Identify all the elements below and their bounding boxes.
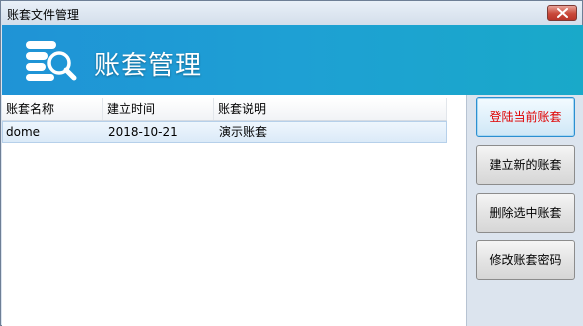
database-search-icon: [26, 41, 77, 81]
window-title: 账套文件管理: [7, 8, 80, 22]
login-current-button[interactable]: 登陆当前账套: [476, 97, 575, 137]
action-panel: 登陆当前账套 建立新的账套 删除选中账套 修改账套密码: [466, 95, 583, 326]
change-password-button[interactable]: 修改账套密码: [476, 240, 575, 280]
close-button[interactable]: [547, 5, 577, 21]
ledger-list[interactable]: 账套名称 建立时间 账套说明 dome 2018-10-21 演示账套: [2, 95, 447, 326]
cell-created: 2018-10-21: [108, 125, 178, 139]
cell-name: dome: [6, 125, 41, 139]
header-banner: 账套管理: [2, 25, 583, 95]
delete-selected-button[interactable]: 删除选中账套: [476, 193, 575, 233]
app-window: 账套文件管理 账套管理 账套名称 建立时间 账套说明 dome 2018-10-…: [0, 0, 583, 326]
column-header-name[interactable]: 账套名称: [2, 98, 103, 120]
column-header-description[interactable]: 账套说明: [214, 98, 447, 120]
column-header-created[interactable]: 建立时间: [103, 98, 214, 120]
cell-description: 演示账套: [219, 125, 268, 139]
list-header: 账套名称 建立时间 账套说明: [2, 98, 447, 121]
close-icon: [557, 8, 568, 18]
content-area: 账套名称 建立时间 账套说明 dome 2018-10-21 演示账套 登陆当前…: [2, 95, 583, 326]
title-bar[interactable]: 账套文件管理: [1, 1, 582, 25]
banner-title: 账套管理: [94, 51, 203, 81]
create-new-button[interactable]: 建立新的账套: [476, 145, 575, 185]
list-row[interactable]: dome 2018-10-21 演示账套: [2, 121, 447, 143]
